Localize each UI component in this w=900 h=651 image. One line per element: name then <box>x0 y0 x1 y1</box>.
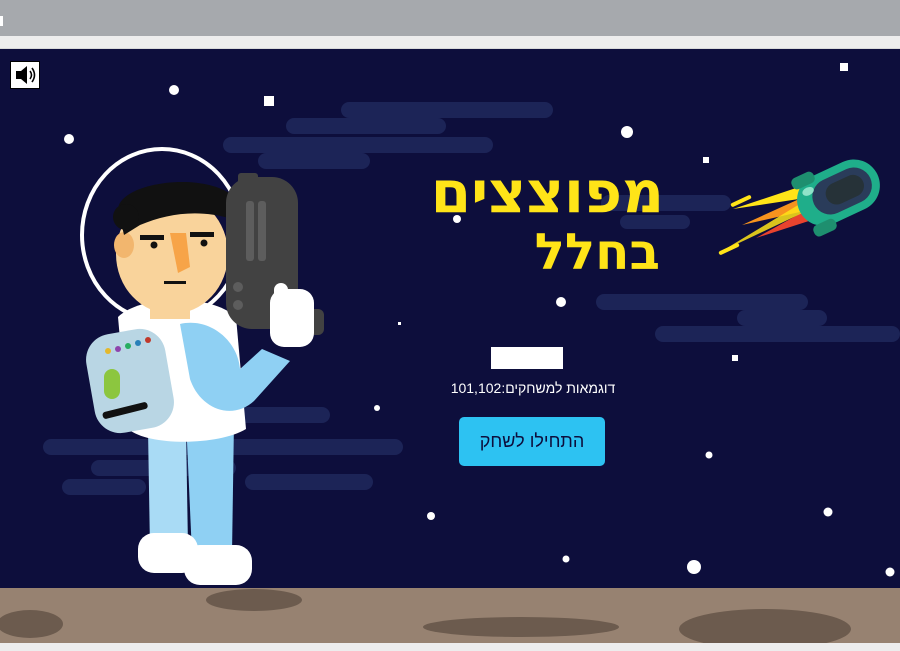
sound-toggle-button[interactable] <box>10 61 40 89</box>
game-title-line-2: בחלל <box>534 223 660 281</box>
game-title-line-1: מפוצצים <box>430 158 664 226</box>
browser-top-bar <box>0 0 900 36</box>
game-title: מפוצצים בחלל <box>431 159 664 279</box>
player-name-input[interactable] <box>491 347 563 369</box>
scene-art <box>0 63 900 643</box>
speaker-icon <box>16 66 36 84</box>
rocket <box>718 159 880 255</box>
planet-ground <box>0 588 900 643</box>
samples-count-text: דוגמאות למשחקים:101,102 <box>450 380 616 396</box>
game-canvas[interactable]: מפוצצים בחלל דוגמאות למשחקים:101,102 התח… <box>0 48 900 643</box>
start-game-button[interactable]: התחילו לשחק <box>459 417 605 466</box>
top-bar-marker <box>0 16 3 26</box>
astronaut <box>80 147 324 585</box>
